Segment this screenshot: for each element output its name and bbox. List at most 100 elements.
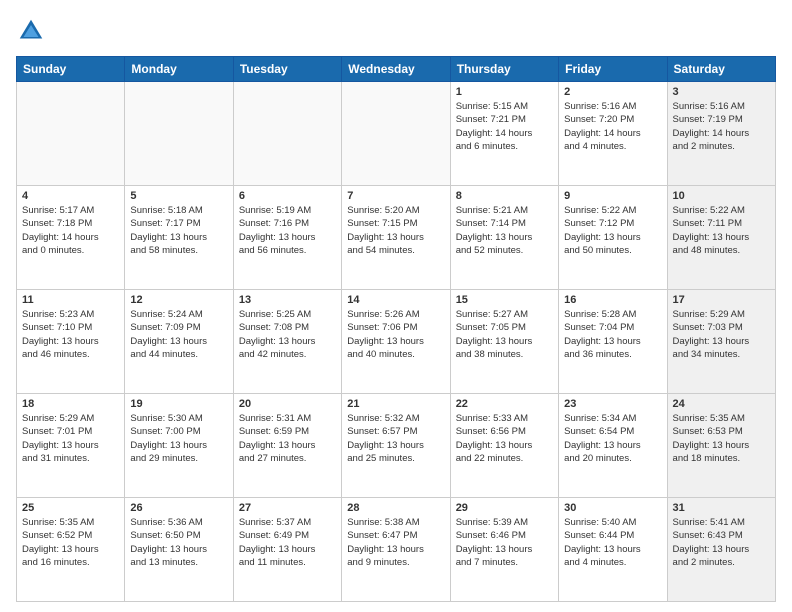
day-number: 6 [239, 190, 336, 202]
day-info-line: and 38 minutes. [456, 348, 553, 361]
day-info-line: Daylight: 13 hours [564, 439, 661, 452]
day-info: Sunrise: 5:16 AMSunset: 7:19 PMDaylight:… [673, 100, 770, 153]
day-number: 20 [239, 398, 336, 410]
day-info-line: and 29 minutes. [130, 452, 227, 465]
calendar-cell: 12Sunrise: 5:24 AMSunset: 7:09 PMDayligh… [125, 290, 233, 394]
day-info-line: Sunset: 7:04 PM [564, 321, 661, 334]
day-number: 10 [673, 190, 770, 202]
day-info-line: and 11 minutes. [239, 556, 336, 569]
day-info: Sunrise: 5:19 AMSunset: 7:16 PMDaylight:… [239, 204, 336, 257]
day-info-line: Sunset: 7:11 PM [673, 217, 770, 230]
day-info-line: and 56 minutes. [239, 244, 336, 257]
day-info-line: Sunrise: 5:27 AM [456, 308, 553, 321]
day-info-line: Daylight: 13 hours [239, 231, 336, 244]
day-info-line: Sunset: 7:12 PM [564, 217, 661, 230]
day-info-line: Daylight: 14 hours [564, 127, 661, 140]
day-info-line: Sunrise: 5:33 AM [456, 412, 553, 425]
day-info: Sunrise: 5:21 AMSunset: 7:14 PMDaylight:… [456, 204, 553, 257]
calendar-day-header: Monday [125, 57, 233, 82]
day-info-line: Sunrise: 5:26 AM [347, 308, 444, 321]
day-info-line: Sunset: 6:54 PM [564, 425, 661, 438]
day-info-line: and 54 minutes. [347, 244, 444, 257]
day-info-line: Sunset: 7:19 PM [673, 113, 770, 126]
day-info-line: Sunset: 6:49 PM [239, 529, 336, 542]
day-number: 30 [564, 502, 661, 514]
calendar-cell: 28Sunrise: 5:38 AMSunset: 6:47 PMDayligh… [342, 498, 450, 602]
calendar-cell: 1Sunrise: 5:15 AMSunset: 7:21 PMDaylight… [450, 82, 558, 186]
day-info-line: and 34 minutes. [673, 348, 770, 361]
day-info-line: Sunrise: 5:21 AM [456, 204, 553, 217]
day-info-line: Daylight: 13 hours [22, 543, 119, 556]
day-info-line: Daylight: 14 hours [22, 231, 119, 244]
calendar-week-row: 1Sunrise: 5:15 AMSunset: 7:21 PMDaylight… [17, 82, 776, 186]
day-info: Sunrise: 5:37 AMSunset: 6:49 PMDaylight:… [239, 516, 336, 569]
day-info-line: Sunrise: 5:16 AM [564, 100, 661, 113]
day-info-line: Sunrise: 5:29 AM [673, 308, 770, 321]
day-number: 4 [22, 190, 119, 202]
day-info-line: Daylight: 13 hours [347, 543, 444, 556]
day-number: 7 [347, 190, 444, 202]
day-info-line: and 18 minutes. [673, 452, 770, 465]
page: SundayMondayTuesdayWednesdayThursdayFrid… [0, 0, 792, 612]
day-info-line: Sunrise: 5:23 AM [22, 308, 119, 321]
day-number: 15 [456, 294, 553, 306]
calendar-cell: 7Sunrise: 5:20 AMSunset: 7:15 PMDaylight… [342, 186, 450, 290]
day-info-line: Sunrise: 5:22 AM [673, 204, 770, 217]
day-info-line: Daylight: 13 hours [130, 335, 227, 348]
logo [16, 16, 50, 46]
day-info-line: Sunrise: 5:34 AM [564, 412, 661, 425]
day-number: 12 [130, 294, 227, 306]
day-info-line: Sunrise: 5:35 AM [673, 412, 770, 425]
day-info-line: and 40 minutes. [347, 348, 444, 361]
calendar-cell: 24Sunrise: 5:35 AMSunset: 6:53 PMDayligh… [667, 394, 775, 498]
day-info-line: Sunrise: 5:20 AM [347, 204, 444, 217]
day-info-line: and 22 minutes. [456, 452, 553, 465]
day-info-line: Daylight: 13 hours [456, 439, 553, 452]
calendar-cell: 10Sunrise: 5:22 AMSunset: 7:11 PMDayligh… [667, 186, 775, 290]
day-info-line: and 46 minutes. [22, 348, 119, 361]
day-info-line: Sunset: 6:57 PM [347, 425, 444, 438]
calendar-cell: 31Sunrise: 5:41 AMSunset: 6:43 PMDayligh… [667, 498, 775, 602]
calendar-cell: 3 Sunrise: 5:16 AMSunset: 7:19 PMDaylight… [667, 82, 775, 186]
day-number: 31 [673, 502, 770, 514]
day-info-line: Daylight: 13 hours [456, 335, 553, 348]
day-info-line: Sunset: 7:03 PM [673, 321, 770, 334]
day-info-line: Sunrise: 5:41 AM [673, 516, 770, 529]
day-info-line: Daylight: 13 hours [673, 439, 770, 452]
day-number: 3 [673, 86, 770, 98]
day-info: Sunrise: 5:15 AMSunset: 7:21 PMDaylight:… [456, 100, 553, 153]
day-info: Sunrise: 5:38 AMSunset: 6:47 PMDaylight:… [347, 516, 444, 569]
day-number: 22 [456, 398, 553, 410]
day-info: Sunrise: 5:27 AMSunset: 7:05 PMDaylight:… [456, 308, 553, 361]
day-info-line: Sunset: 6:46 PM [456, 529, 553, 542]
day-info-line: Daylight: 13 hours [130, 439, 227, 452]
calendar-header-row: SundayMondayTuesdayWednesdayThursdayFrid… [17, 57, 776, 82]
day-info-line: Sunrise: 5:36 AM [130, 516, 227, 529]
day-number: 18 [22, 398, 119, 410]
calendar-cell [17, 82, 125, 186]
day-info: Sunrise: 5:40 AMSunset: 6:44 PMDaylight:… [564, 516, 661, 569]
day-info-line: Daylight: 13 hours [564, 231, 661, 244]
day-info: Sunrise: 5:22 AMSunset: 7:12 PMDaylight:… [564, 204, 661, 257]
day-number: 24 [673, 398, 770, 410]
day-info-line: Sunrise: 5:38 AM [347, 516, 444, 529]
day-info-line: Sunset: 7:01 PM [22, 425, 119, 438]
day-info-line: Sunset: 7:08 PM [239, 321, 336, 334]
day-info: Sunrise: 5:18 AMSunset: 7:17 PMDaylight:… [130, 204, 227, 257]
day-info-line: Daylight: 13 hours [130, 543, 227, 556]
day-info-line: and 9 minutes. [347, 556, 444, 569]
calendar-cell: 11Sunrise: 5:23 AMSunset: 7:10 PMDayligh… [17, 290, 125, 394]
day-info-line: Sunrise: 5:40 AM [564, 516, 661, 529]
day-info-line: and 44 minutes. [130, 348, 227, 361]
day-info-line: and 48 minutes. [673, 244, 770, 257]
day-info-line: Sunrise: 5:19 AM [239, 204, 336, 217]
calendar-day-header: Friday [559, 57, 667, 82]
day-info-line: Sunrise: 5:30 AM [130, 412, 227, 425]
day-info-line: Daylight: 14 hours [456, 127, 553, 140]
day-info-line: Sunrise: 5:25 AM [239, 308, 336, 321]
calendar-cell: 26Sunrise: 5:36 AMSunset: 6:50 PMDayligh… [125, 498, 233, 602]
day-info-line: Daylight: 13 hours [347, 439, 444, 452]
calendar-cell: 17Sunrise: 5:29 AMSunset: 7:03 PMDayligh… [667, 290, 775, 394]
calendar-cell: 16Sunrise: 5:28 AMSunset: 7:04 PMDayligh… [559, 290, 667, 394]
calendar-cell [125, 82, 233, 186]
